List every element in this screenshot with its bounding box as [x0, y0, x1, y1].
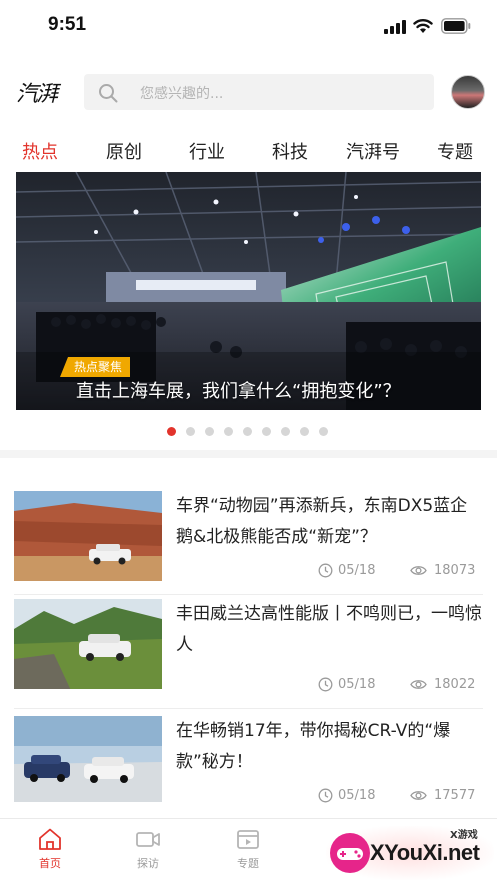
- carousel-dot[interactable]: [167, 427, 176, 436]
- banner-title: 直击上海车展，我们拿什么“拥抱变化”？: [76, 381, 401, 402]
- news-views: 18073: [434, 563, 476, 578]
- clock-icon: [318, 788, 333, 803]
- category-tabs: 热点 原创 行业 科技 汽湃号 专题: [0, 134, 497, 168]
- site-watermark: X游戏 XYouXi.net: [326, 826, 494, 880]
- tabbar-item-home[interactable]: 首页: [20, 827, 80, 871]
- clock-icon: [318, 677, 333, 692]
- news-date: 05/18: [338, 677, 376, 692]
- user-avatar[interactable]: [451, 75, 485, 109]
- news-title: 车界“动物园”再添新兵，东南DX5蓝企鹅&北极熊能否成“新宠”？: [176, 496, 468, 547]
- tab-original[interactable]: 原创: [106, 138, 142, 164]
- battery-icon: [441, 18, 471, 34]
- news-divider: [14, 708, 483, 709]
- news-title: 丰田威兰达高性能版丨不鸣则已，一鸣惊人: [176, 604, 482, 655]
- banner-carousel[interactable]: 热点聚焦 直击上海车展，我们拿什么“拥抱变化”？: [16, 172, 481, 410]
- news-thumbnail: [14, 491, 162, 581]
- video-camera-icon: [136, 832, 160, 847]
- app-logo: 汽湃: [16, 82, 58, 107]
- tab-qipai-account[interactable]: 汽湃号: [346, 138, 400, 164]
- news-thumbnail: [14, 599, 162, 689]
- carousel-dot[interactable]: [319, 427, 328, 436]
- carousel-dot[interactable]: [186, 427, 195, 436]
- app-header: 汽湃 您感兴趣的...: [0, 68, 497, 118]
- tab-technology[interactable]: 科技: [272, 138, 308, 164]
- gamepad-logo-icon: [330, 833, 370, 873]
- tab-industry[interactable]: 行业: [189, 138, 225, 164]
- news-views: 18022: [434, 677, 476, 692]
- eye-icon: [410, 566, 427, 575]
- tabbar-label: 首页: [39, 857, 61, 870]
- status-bar: 9:51: [0, 0, 497, 52]
- news-title: 在华畅销17年，带你揭秘CR-V的“爆款”秘方！: [176, 721, 451, 772]
- carousel-dot[interactable]: [300, 427, 309, 436]
- news-date: 05/18: [338, 788, 376, 803]
- search-icon: [99, 84, 118, 103]
- tabbar-label: 专题: [237, 857, 259, 870]
- tabbar-label: 探访: [137, 857, 159, 870]
- news-views: 17577: [434, 788, 476, 803]
- news-thumbnail: [14, 716, 162, 802]
- clapperboard-icon: [237, 830, 259, 849]
- tabbar-item-topics[interactable]: 专题: [218, 827, 278, 871]
- carousel-dot[interactable]: [281, 427, 290, 436]
- news-date: 05/18: [338, 563, 376, 578]
- tabbar-item-explore[interactable]: 探访: [118, 827, 178, 871]
- tab-special-topic[interactable]: 专题: [437, 138, 473, 164]
- carousel-indicator: [0, 427, 497, 437]
- watermark-text: XYouXi.net: [370, 840, 480, 865]
- home-icon: [39, 828, 61, 850]
- status-time: 9:51: [48, 14, 87, 35]
- banner-badge: 热点聚焦: [60, 357, 131, 377]
- clock-icon: [318, 563, 333, 578]
- eye-icon: [410, 680, 427, 689]
- news-divider: [14, 594, 483, 595]
- tab-hot[interactable]: 热点: [22, 138, 58, 164]
- wifi-icon: [413, 19, 433, 33]
- search-placeholder: 您感兴趣的...: [140, 86, 224, 102]
- carousel-dot[interactable]: [224, 427, 233, 436]
- search-input[interactable]: 您感兴趣的...: [84, 74, 434, 110]
- carousel-dot[interactable]: [205, 427, 214, 436]
- news-item[interactable]: 丰田威兰达高性能版丨不鸣则已，一鸣惊人 05/18 18022: [14, 599, 483, 709]
- news-item[interactable]: 在华畅销17年，带你揭秘CR-V的“爆款”秘方！ 05/18 17577: [14, 716, 483, 806]
- carousel-dot[interactable]: [243, 427, 252, 436]
- eye-icon: [410, 791, 427, 800]
- section-divider: [0, 450, 497, 458]
- watermark-small-text: X游戏: [450, 830, 478, 841]
- carousel-dot[interactable]: [262, 427, 271, 436]
- news-item[interactable]: 车界“动物园”再添新兵，东南DX5蓝企鹅&北极熊能否成“新宠”？ 05/18 1…: [14, 491, 483, 595]
- cellular-signal-icon: [384, 20, 406, 34]
